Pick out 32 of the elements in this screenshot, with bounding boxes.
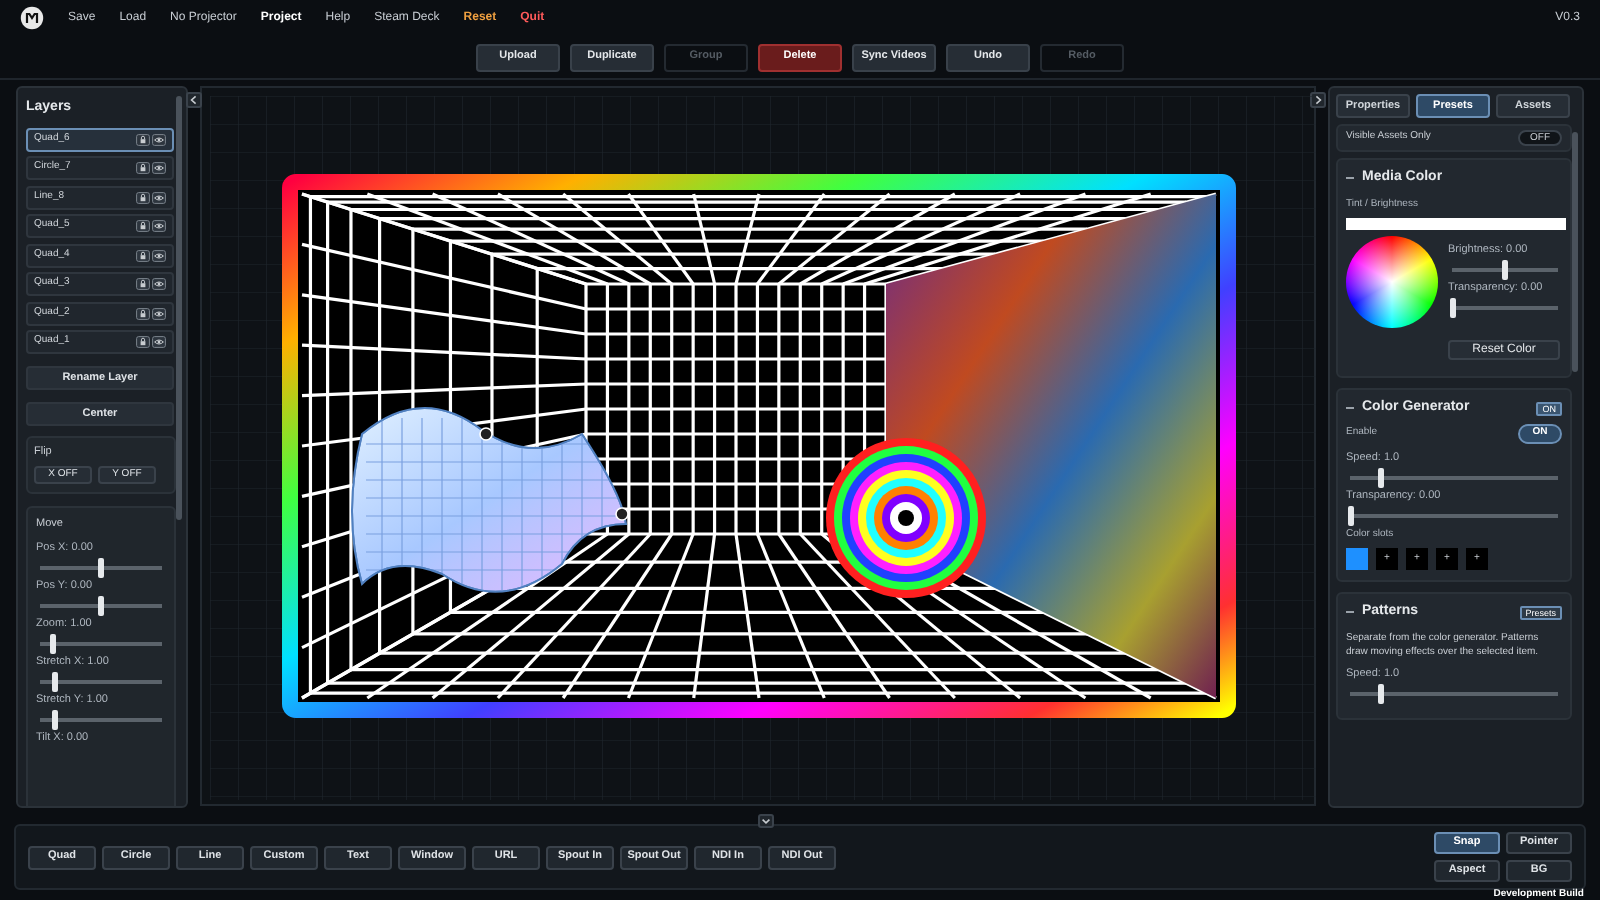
- lock-icon: [135, 133, 149, 145]
- lock-icon: [135, 220, 149, 232]
- scrollbar[interactable]: [1572, 132, 1578, 372]
- lock-icon: [135, 336, 149, 348]
- eye-icon: [152, 220, 166, 232]
- lock-icon: [135, 162, 149, 174]
- eye-icon: [152, 278, 166, 290]
- handle-icon[interactable]: [478, 427, 492, 441]
- slider-thumb[interactable]: [98, 557, 104, 577]
- lock-icon: [135, 191, 149, 203]
- eye-icon: [152, 307, 166, 319]
- slider-thumb[interactable]: [1502, 260, 1508, 280]
- logo-icon: [20, 6, 44, 30]
- lock-icon: [135, 307, 149, 319]
- lock-icon: [135, 249, 149, 261]
- slider-thumb[interactable]: [1449, 298, 1455, 318]
- color-slot[interactable]: [1346, 548, 1368, 570]
- slider-thumb[interactable]: [98, 595, 104, 615]
- slider-thumb[interactable]: [51, 709, 58, 729]
- slider-thumb[interactable]: [49, 633, 56, 653]
- lock-icon: [135, 278, 149, 290]
- eye-icon: [152, 191, 166, 203]
- slider-thumb[interactable]: [1347, 505, 1353, 525]
- eye-icon: [152, 162, 166, 174]
- eye-icon: [152, 336, 166, 348]
- slider-thumb[interactable]: [1378, 683, 1385, 703]
- color-wheel[interactable]: [1346, 236, 1438, 328]
- scrollbar[interactable]: [176, 96, 182, 520]
- eye-icon: [152, 133, 166, 145]
- slider-thumb[interactable]: [1378, 467, 1385, 487]
- eye-icon: [152, 249, 166, 261]
- slider-thumb[interactable]: [51, 671, 58, 691]
